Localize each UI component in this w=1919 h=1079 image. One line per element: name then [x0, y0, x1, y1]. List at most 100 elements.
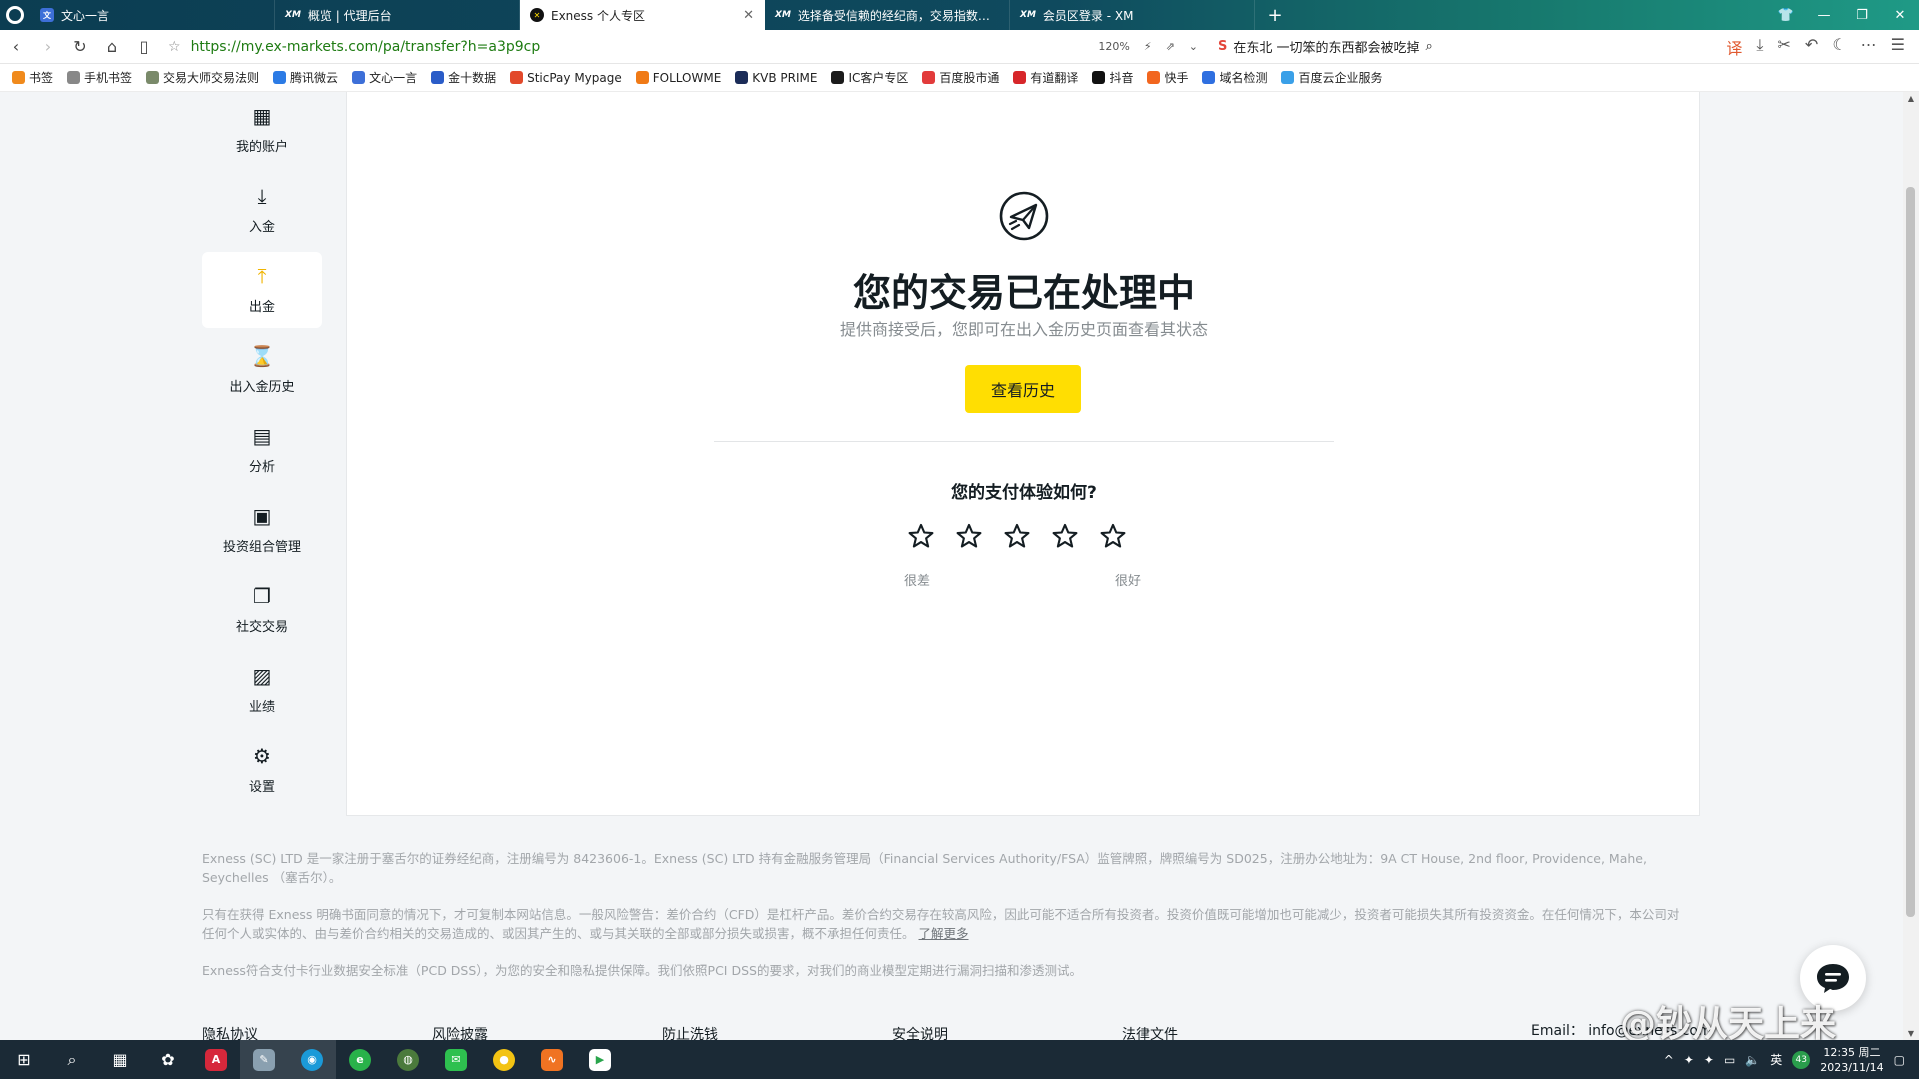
start-windows-icon[interactable]: ⊞	[0, 1040, 48, 1079]
bookmark-item[interactable]: 文心一言	[352, 69, 417, 86]
app-globe-icon[interactable]: ◍	[384, 1040, 432, 1079]
bookmark-item[interactable]: 快手	[1147, 69, 1188, 86]
scissors-icon[interactable]: ✂	[1778, 35, 1791, 59]
tray-expand-icon[interactable]: ^	[1664, 1053, 1674, 1067]
sidebar-item-5[interactable]: ▣ 投资组合管理	[202, 492, 322, 568]
app-swirl-icon[interactable]: ✿	[144, 1040, 192, 1079]
star-icon[interactable]	[1099, 522, 1127, 550]
app-yellow-icon[interactable]: ●	[480, 1040, 528, 1079]
sidebar-item-4[interactable]: ▤ 分析	[202, 412, 322, 488]
taskbar-search-icon[interactable]: ⌕	[48, 1040, 96, 1079]
app-pdf-icon[interactable]: A	[192, 1040, 240, 1079]
reload-icon[interactable]: ↻	[64, 37, 96, 56]
app-notepad-icon[interactable]: ✎	[240, 1040, 288, 1079]
search-query[interactable]: 在东北 一切笨的东西都会被吃掉	[1233, 37, 1419, 56]
bookmark-item[interactable]: 抖音	[1092, 69, 1133, 86]
tray-app-icon[interactable]: ✦	[1684, 1053, 1694, 1067]
bookmark-label: FOLLOWME	[652, 70, 722, 85]
lightning-icon[interactable]: ⚡	[1144, 40, 1152, 53]
sidebar-item-3[interactable]: ⌛ 出入金历史	[202, 332, 322, 408]
star-bookmark-icon[interactable]: ☆	[168, 39, 181, 55]
star-icon[interactable]	[907, 522, 935, 550]
bookmark-item[interactable]: 有道翻译	[1013, 69, 1078, 86]
app-chart-icon[interactable]: ∿	[528, 1040, 576, 1079]
chevron-down-icon[interactable]: ⌄	[1189, 40, 1198, 53]
app-green-icon[interactable]: e	[336, 1040, 384, 1079]
learn-more-link[interactable]: 了解更多	[919, 926, 969, 941]
sidebar-item-1[interactable]: ⤓ 入金	[202, 172, 322, 248]
volume-icon[interactable]: 🔈	[1745, 1053, 1760, 1067]
download-icon[interactable]: ⤓	[1756, 35, 1763, 59]
bookmark-label: 有道翻译	[1030, 71, 1079, 85]
new-tab-button[interactable]: +	[1255, 0, 1295, 30]
bookmark-item[interactable]: FOLLOWME	[635, 70, 722, 85]
bookmark-item[interactable]: 书签	[12, 69, 53, 86]
reader-icon[interactable]: ▯	[128, 37, 160, 56]
tab-wenxin[interactable]: 文 文心一言	[30, 0, 275, 30]
home-icon[interactable]: ⌂	[96, 37, 128, 56]
more-icon[interactable]: ⋯	[1861, 35, 1877, 59]
bookmark-favicon-icon	[635, 71, 649, 84]
tab-exness[interactable]: ✕ Exness 个人专区 ✕	[520, 0, 765, 30]
bookmark-item[interactable]: SticPay Mypage	[510, 71, 622, 85]
star-icon[interactable]	[1003, 522, 1031, 550]
bookmark-item[interactable]: IC客户专区	[831, 69, 908, 86]
search-icon[interactable]: ⌕	[1426, 39, 1433, 54]
notification-badge[interactable]: 43	[1792, 1050, 1811, 1069]
scroll-up-icon[interactable]: ▲	[1903, 94, 1919, 103]
bookmark-item[interactable]: 百度股市通	[922, 69, 999, 86]
star-icon[interactable]	[1051, 522, 1079, 550]
undo-icon[interactable]: ↶	[1805, 35, 1818, 59]
shirt-skin-icon[interactable]: 👕	[1767, 8, 1805, 23]
share-icon[interactable]: ⇗	[1166, 40, 1175, 53]
zoom-level[interactable]: 120%	[1098, 40, 1129, 53]
app-browser-icon[interactable]: ◉	[288, 1040, 336, 1079]
sidebar-item-7[interactable]: ▨ 业绩	[202, 652, 322, 728]
scroll-down-icon[interactable]: ▼	[1903, 1029, 1919, 1038]
bookmark-item[interactable]: 金十数据	[431, 69, 496, 86]
close-window-icon[interactable]: ✕	[1881, 8, 1919, 23]
app-wechat-icon[interactable]: ✉	[432, 1040, 480, 1079]
page-scrollbar[interactable]: ▲ ▼	[1903, 92, 1919, 1040]
app-play-icon[interactable]: ▶	[576, 1040, 624, 1079]
view-history-button[interactable]: 查看历史	[965, 365, 1081, 413]
divider	[714, 441, 1334, 442]
sidebar-item-0[interactable]: ▦ 我的账户	[202, 92, 322, 168]
tab-xm-agent[interactable]: XM 概览 | 代理后台	[275, 0, 520, 30]
bookmark-item[interactable]: 百度云企业服务	[1281, 69, 1383, 86]
url-text[interactable]: https://my.ex-markets.com/pa/transfer?h=…	[191, 39, 541, 55]
star-icon[interactable]	[955, 522, 983, 550]
back-icon[interactable]: ‹	[0, 37, 32, 56]
tab-xm-login[interactable]: XM 会员区登录 - XM	[1010, 0, 1255, 30]
sidebar-item-6[interactable]: ❐ 社交交易	[202, 572, 322, 648]
deposit-download-icon: ⤓	[257, 183, 267, 208]
forward-icon[interactable]: ›	[32, 37, 64, 56]
network-icon[interactable]: ▭	[1724, 1053, 1735, 1067]
taskbar-clock[interactable]: 12:35 周二 2023/11/14	[1820, 1045, 1883, 1075]
scrollbar-thumb[interactable]	[1906, 187, 1915, 917]
sidebar-item-label: 投资组合管理	[222, 539, 301, 555]
sidebar-item-2[interactable]: ⤒ 出金	[202, 252, 322, 328]
ime-indicator[interactable]: 英	[1770, 1051, 1782, 1068]
menu-icon[interactable]: ☰	[1891, 35, 1905, 59]
close-tab-icon[interactable]: ✕	[743, 8, 754, 23]
bookmark-item[interactable]: 交易大师交易法则	[146, 69, 259, 86]
translate-icon[interactable]: 译	[1726, 35, 1742, 59]
tab-xm-broker[interactable]: XM 选择备受信赖的经纪商，交易指数、...	[765, 0, 1010, 30]
action-center-icon[interactable]: ▢	[1894, 1053, 1905, 1067]
minimize-icon[interactable]: —	[1805, 8, 1843, 23]
bookmark-item[interactable]: 手机书签	[67, 69, 132, 86]
dashboard-grid-icon: ▦	[252, 103, 272, 128]
bookmark-item[interactable]: 腾讯微云	[273, 69, 338, 86]
task-view-icon[interactable]: ▦	[96, 1040, 144, 1079]
night-mode-icon[interactable]: ☾	[1832, 35, 1846, 59]
address-bar[interactable]: ☆ https://my.ex-markets.com/pa/transfer?…	[168, 39, 1198, 55]
tray-app-icon[interactable]: ✦	[1704, 1053, 1714, 1067]
sidebar-item-8[interactable]: ⚙ 设置	[202, 732, 322, 808]
search-engine-icon[interactable]: S	[1218, 39, 1227, 54]
browser-logo-icon[interactable]	[0, 0, 30, 30]
bookmark-item[interactable]: KVB PRIME	[735, 71, 817, 85]
search-box[interactable]: S 在东北 一切笨的东西都会被吃掉 ⌕	[1218, 37, 1433, 56]
bookmark-item[interactable]: 域名检测	[1202, 69, 1267, 86]
restore-icon[interactable]: ❐	[1843, 8, 1881, 23]
